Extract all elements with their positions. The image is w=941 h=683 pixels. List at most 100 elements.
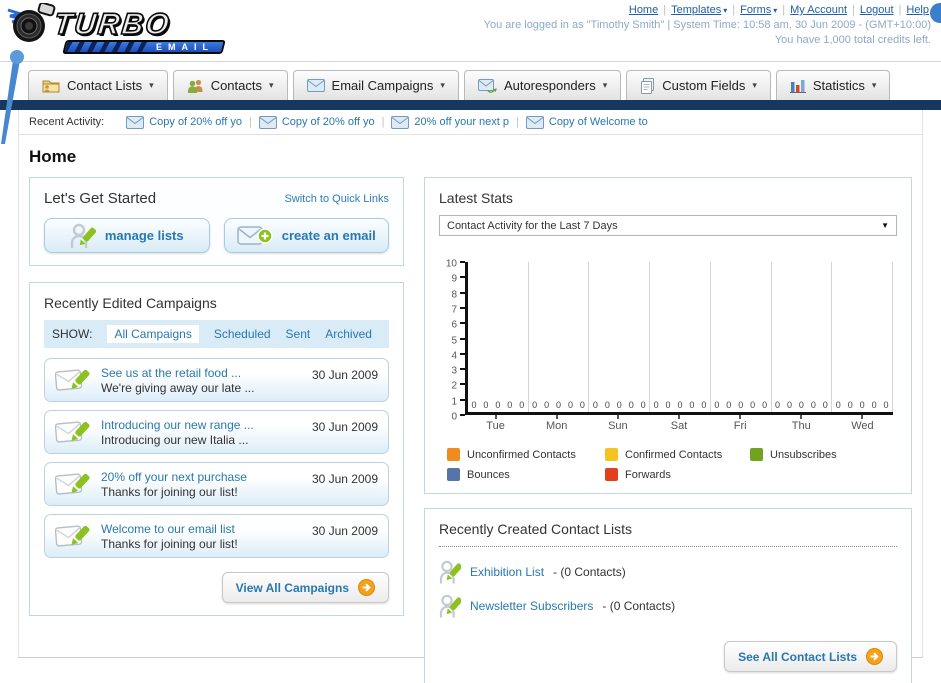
chevron-down-icon: ▾ <box>269 80 274 90</box>
nav-link-home[interactable]: Home <box>629 4 658 16</box>
filter-all-campaigns[interactable]: All Campaigns <box>107 325 199 343</box>
value-labels: 00000 <box>650 400 710 410</box>
nav-link-forms[interactable]: Forms ▾ <box>740 4 777 16</box>
value-labels: 00000 <box>832 400 892 410</box>
y-tick-label: 5 <box>451 335 457 346</box>
legend-label: Confirmed Contacts <box>625 448 723 461</box>
x-tick-mark <box>616 415 619 419</box>
legend-label: Forwards <box>625 468 671 481</box>
pages-icon <box>640 77 655 94</box>
main-tabbar: Contact Lists ▾ Contacts ▾ Email Campaigns ▾ A… <box>0 62 941 100</box>
legend-swatch <box>750 448 763 461</box>
switch-quick-links[interactable]: Switch to Quick Links <box>284 193 389 205</box>
value-label: 0 <box>714 400 720 410</box>
campaign-title-link[interactable]: See us at the retail food ... <box>101 366 302 380</box>
tab-custom-fields[interactable]: Custom Fields ▾ <box>626 70 771 100</box>
envelope-arrow-icon <box>477 78 497 93</box>
stats-period-select[interactable]: Contact Activity for the Last 7 Days ▼ <box>439 215 897 236</box>
legend-label: Bounces <box>467 468 510 481</box>
bar-chart-icon <box>789 78 806 93</box>
tab-autoresponders[interactable]: Autoresponders ▾ <box>463 70 622 100</box>
folder-contacts-icon <box>42 78 60 93</box>
manage-lists-label: manage lists <box>104 228 184 243</box>
contact-list-item: Newsletter Subscribers - (0 Contacts) <box>439 593 897 619</box>
tab-contacts[interactable]: Contacts ▾ <box>172 70 288 100</box>
tab-label: Statistics <box>812 78 865 93</box>
filter-sent[interactable]: Sent <box>286 327 311 341</box>
campaign-row[interactable]: Welcome to our email list Thanks for join… <box>44 514 389 558</box>
campaigns-title: Recently Edited Campaigns <box>44 295 217 311</box>
value-label: 0 <box>798 400 804 410</box>
value-label: 0 <box>762 400 768 410</box>
legend-item-unsubscribes: Unsubscribes <box>750 448 897 461</box>
chart-group-fri: 00000 <box>711 262 772 412</box>
recent-activity-link[interactable]: Copy of Welcome to <box>549 116 648 128</box>
value-label: 0 <box>604 400 610 410</box>
value-label: 0 <box>579 400 585 410</box>
content-frame: Recent Activity: Copy of 20% off yo | Copy… <box>18 110 923 683</box>
see-all-contact-lists-button[interactable]: See All Contact Lists <box>724 641 897 672</box>
envelope-icon <box>258 115 277 129</box>
y-tick-mark <box>460 414 465 416</box>
x-tick-fri: Fri <box>710 415 771 432</box>
arrow-circle-icon <box>866 648 883 665</box>
campaign-row[interactable]: See us at the retail food ... We're givin… <box>44 358 389 402</box>
recent-activity-link[interactable]: Copy of 20% off yo <box>282 116 375 128</box>
chart-group-sat: 00000 <box>650 262 711 412</box>
y-tick-label: 1 <box>451 396 457 408</box>
campaign-title-link[interactable]: Welcome to our email list <box>101 522 302 536</box>
tab-statistics[interactable]: Statistics ▾ <box>775 70 891 100</box>
people-icon <box>187 78 204 93</box>
legend-item-unconfirmed-contacts: Unconfirmed Contacts <box>447 448 605 461</box>
y-tick-mark <box>460 291 465 294</box>
help-bubble-icon[interactable] <box>930 3 941 23</box>
nav-link-my-account[interactable]: My Account <box>790 4 847 16</box>
recent-activity-item: Copy of 20% off yo <box>258 115 375 129</box>
x-tick-mark <box>555 415 558 419</box>
tab-email-campaigns[interactable]: Email Campaigns ▾ <box>292 70 459 100</box>
value-label: 0 <box>738 400 744 410</box>
campaign-row[interactable]: 20% off your next purchase Thanks for joi… <box>44 462 389 506</box>
nav-link-help[interactable]: Help <box>906 4 929 16</box>
value-label: 0 <box>726 400 732 410</box>
create-email-label: create an email <box>281 228 376 243</box>
campaign-date: 30 Jun 2009 <box>311 524 378 538</box>
campaign-title-link[interactable]: 20% off your next purchase <box>101 470 302 484</box>
recent-activity-link[interactable]: 20% off your next p <box>414 116 509 128</box>
y-tick-mark <box>460 337 465 340</box>
nav-link-logout[interactable]: Logout <box>860 4 894 16</box>
tab-contact-lists[interactable]: Contact Lists ▾ <box>28 70 168 100</box>
recent-activity-item: Copy of 20% off yo <box>126 115 242 129</box>
y-tick-label: 7 <box>451 304 457 316</box>
recent-activity-link[interactable]: Copy of 20% off yo <box>149 116 242 128</box>
chart-group-wed: 00000 <box>832 262 894 412</box>
value-label: 0 <box>567 400 573 410</box>
value-label: 0 <box>835 400 841 410</box>
activity-divider: | <box>248 116 252 128</box>
campaign-title-link[interactable]: Introducing our new range ... <box>101 418 302 432</box>
campaign-date: 30 Jun 2009 <box>311 368 378 382</box>
nav-link-templates[interactable]: Templates ▾ <box>671 4 727 16</box>
x-tick-label: Fri <box>733 420 747 432</box>
value-label: 0 <box>786 400 792 410</box>
campaign-row[interactable]: Introducing our new range ... Introducing… <box>44 410 389 454</box>
value-labels: 00000 <box>772 400 832 410</box>
contact-lists-panel: Recently Created Contact Lists Exhibitio… <box>424 508 912 683</box>
chevron-down-icon: ▾ <box>602 80 608 90</box>
y-tick-mark <box>460 383 465 386</box>
campaign-text: Welcome to our email list Thanks for join… <box>101 522 302 551</box>
y-tick-mark <box>460 322 465 325</box>
x-tick-mark <box>861 415 864 419</box>
filter-scheduled[interactable]: Scheduled <box>214 327 271 341</box>
contact-list-link[interactable]: Exhibition List <box>470 565 544 579</box>
manage-lists-button[interactable]: manage lists <box>44 218 210 253</box>
y-tick-mark <box>460 398 465 401</box>
chart-x-axis: Tue Mon Sun Sat Fri Thu Wed <box>465 415 893 432</box>
create-email-button[interactable]: create an email <box>223 218 389 253</box>
campaign-filters: SHOW: All Campaigns Scheduled Sent Archived <box>44 320 389 348</box>
contact-list-link[interactable]: Newsletter Subscribers <box>470 599 593 613</box>
view-all-campaigns-button[interactable]: View All Campaigns <box>221 572 389 603</box>
filter-archived[interactable]: Archived <box>325 327 372 341</box>
campaign-date: 30 Jun 2009 <box>311 472 378 486</box>
value-label: 0 <box>775 400 781 410</box>
